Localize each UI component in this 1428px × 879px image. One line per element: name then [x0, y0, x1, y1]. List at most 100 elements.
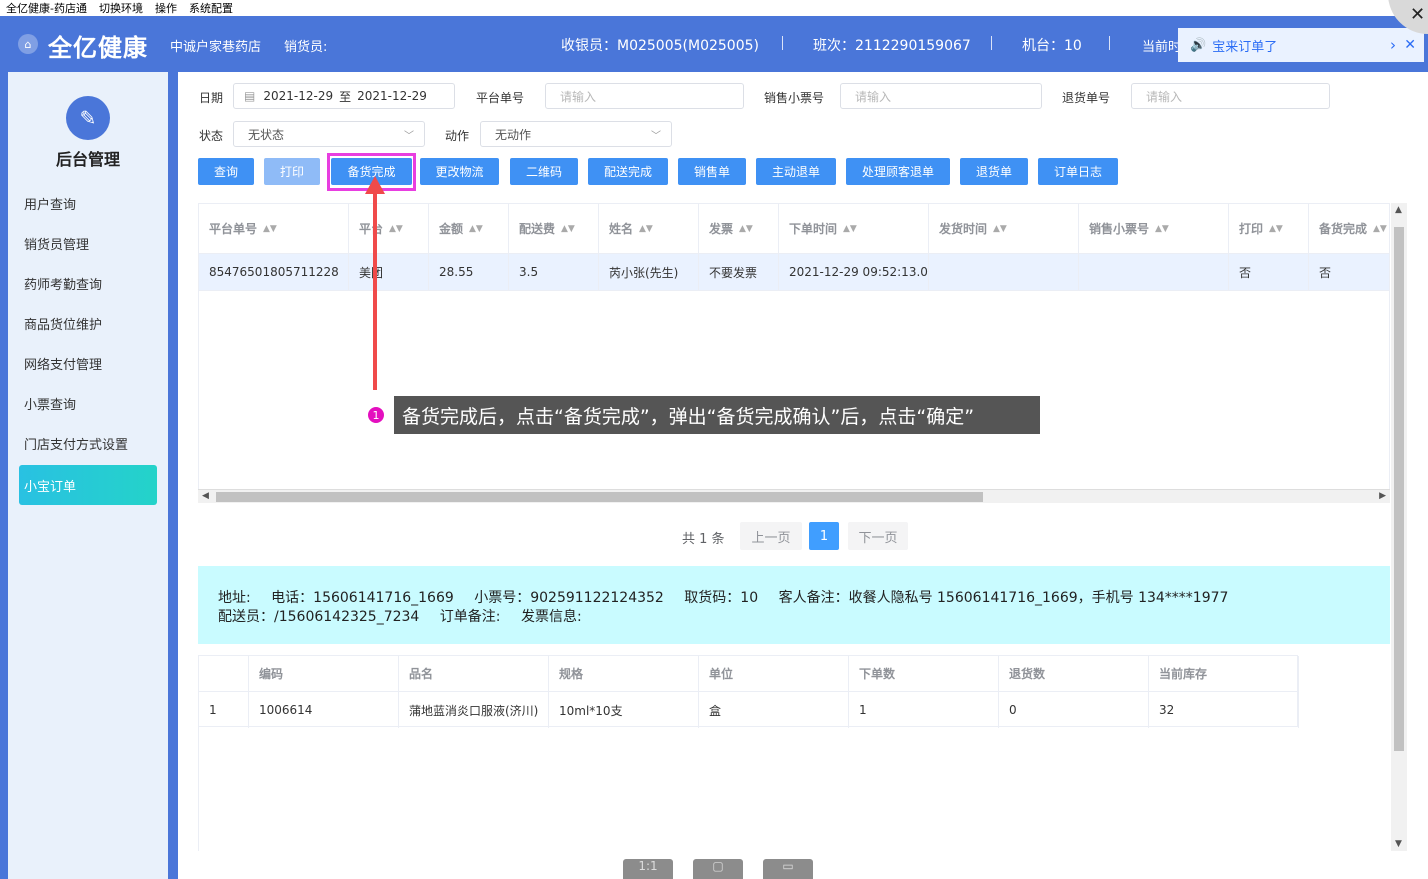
sort-icon[interactable]: ▲▼	[561, 224, 575, 234]
table-cell[interactable]: 美团	[349, 254, 429, 291]
sort-icon[interactable]: ▲▼	[1373, 224, 1387, 234]
menu-system-config[interactable]: 系统配置	[189, 0, 233, 16]
col-sales-ticket[interactable]: 销售小票号 ▲▼	[1079, 204, 1229, 254]
sales-order-button[interactable]: 销售单	[678, 158, 746, 185]
scroll-thumb[interactable]	[216, 492, 983, 502]
sort-icon[interactable]: ▲▼	[843, 224, 857, 234]
scroll-thumb[interactable]	[1394, 227, 1404, 751]
scroll-down-icon[interactable]: ▼	[1395, 839, 1402, 849]
sort-icon[interactable]: ▲▼	[993, 224, 1007, 234]
prev-page-button[interactable]: 上一页	[740, 522, 802, 550]
table-cell: 盒	[699, 692, 849, 728]
menu-switch-env[interactable]: 切换环境	[99, 0, 143, 16]
sidebar-item-seller-manage[interactable]: 销货员管理	[24, 234, 89, 253]
date-from: 2021-12-29	[263, 89, 334, 103]
col-label: 平台单号	[209, 222, 258, 236]
col-unit: 单位	[699, 656, 849, 692]
col-delivery-fee[interactable]: 配送费 ▲▼	[509, 204, 599, 254]
sort-icon[interactable]: ▲▼	[1155, 224, 1169, 234]
speaker-icon: 🔊	[1190, 37, 1207, 53]
sidebar-item-user-query[interactable]: 用户查询	[24, 194, 76, 213]
sales-ticket-label: 销售小票号	[764, 91, 825, 105]
col-platform[interactable]: 平台 ▲▼	[349, 204, 429, 254]
col-ship-time[interactable]: 发货时间 ▲▼	[929, 204, 1079, 254]
query-button[interactable]: 查询	[198, 158, 254, 185]
sort-icon[interactable]: ▲▼	[739, 224, 753, 234]
menu-bar: 全亿健康-药店通 切换环境 操作 系统配置	[0, 0, 1428, 16]
change-logistics-button[interactable]: 更改物流	[420, 158, 499, 185]
scroll-left-icon[interactable]: ◀	[202, 491, 209, 501]
table-cell[interactable]	[1079, 254, 1229, 291]
sidebar-item-xiaobao-orders[interactable]: 小宝订单	[19, 465, 157, 505]
sidebar-item-goods-location[interactable]: 商品货位维护	[24, 314, 102, 333]
table-cell[interactable]: 28.55	[429, 254, 509, 291]
print-button[interactable]: 打印	[264, 158, 320, 185]
col-print[interactable]: 打印 ▲▼	[1229, 204, 1309, 254]
table-cell[interactable]: 芮小张(先生)	[599, 254, 699, 291]
next-page-button[interactable]: 下一页	[848, 522, 908, 550]
sort-icon[interactable]: ▲▼	[639, 224, 653, 234]
table-cell[interactable]	[929, 254, 1079, 291]
col-order-time[interactable]: 下单时间 ▲▼	[779, 204, 929, 254]
col-stock-complete[interactable]: 备货完成 ▲▼	[1309, 204, 1389, 254]
platform-no-label: 平台单号	[476, 91, 525, 105]
seller-label: 销货员:	[284, 40, 328, 55]
scroll-right-icon[interactable]: ▶	[1379, 491, 1386, 501]
sidebar-item-ticket-query[interactable]: 小票查询	[24, 394, 76, 413]
col-invoice[interactable]: 发票 ▲▼	[699, 204, 779, 254]
table-cell[interactable]: 否	[1309, 254, 1389, 291]
return-no-input[interactable]: 请输入	[1131, 83, 1330, 109]
fullscreen-button[interactable]: ▭	[763, 859, 813, 879]
handle-customer-refund-button[interactable]: 处理顾客退单	[846, 158, 950, 185]
table-cell[interactable]: 不要发票	[699, 254, 779, 291]
sidebar-item-store-payment-settings[interactable]: 门店支付方式设置	[24, 434, 128, 453]
vertical-scrollbar[interactable]: ▲ ▼	[1391, 203, 1407, 851]
horizontal-scrollbar[interactable]: ◀ ▶	[198, 489, 1390, 503]
shift-info: 班次：2112290159067	[813, 38, 971, 54]
sidebar-item-online-payment[interactable]: 网络支付管理	[24, 354, 102, 373]
menu-operate[interactable]: 操作	[155, 0, 177, 16]
fit-screen-button[interactable]: ▢	[693, 859, 743, 879]
table-cell[interactable]: 2021-12-29 09:52:13.0	[779, 254, 929, 291]
status-value: 无状态	[248, 127, 285, 142]
sort-icon[interactable]: ▲▼	[389, 224, 403, 234]
platform-no-input[interactable]: 请输入	[545, 83, 744, 109]
table-cell[interactable]: 否	[1229, 254, 1309, 291]
order-notification[interactable]: 🔊 宝来订单了 › ✕	[1178, 28, 1424, 62]
return-order-button[interactable]: 退货单	[960, 158, 1028, 185]
close-icon: ✕	[1410, 4, 1426, 25]
qrcode-button[interactable]: 二维码	[510, 158, 578, 185]
admin-logo-icon: ✎	[66, 96, 110, 140]
zoom-reset-button[interactable]: 1:1	[623, 859, 673, 879]
home-icon[interactable]: ⌂	[18, 34, 38, 54]
table-cell: 32	[1149, 692, 1299, 728]
sidebar-title: 后台管理	[55, 150, 120, 169]
col-platform-no[interactable]: 平台单号 ▲▼	[199, 204, 349, 254]
close-icon[interactable]: ✕	[1404, 37, 1416, 53]
table-cell[interactable]: 85476501805711228	[199, 254, 349, 291]
action-select[interactable]: 无动作 ﹀	[480, 121, 672, 147]
sales-ticket-input[interactable]: 请输入	[840, 83, 1042, 109]
table-cell[interactable]: 3.5	[509, 254, 599, 291]
divider	[198, 727, 199, 851]
menu-app-title[interactable]: 全亿健康-药店通	[6, 0, 87, 16]
brand-logo: 全亿健康	[48, 34, 148, 62]
address-text: 地址:	[218, 590, 251, 606]
scroll-up-icon[interactable]: ▲	[1395, 205, 1402, 215]
table-cell: 10ml*10支	[549, 692, 699, 728]
delivery-complete-button[interactable]: 配送完成	[588, 158, 668, 185]
chevron-right-icon[interactable]: ›	[1390, 36, 1396, 54]
date-range-picker[interactable]: ▤ 2021-12-29 至 2021-12-29	[233, 83, 455, 109]
page-number[interactable]: 1	[809, 522, 839, 550]
col-amount[interactable]: 金额 ▲▼	[429, 204, 509, 254]
sort-icon[interactable]: ▲▼	[469, 224, 483, 234]
status-select[interactable]: 无状态 ﹀	[233, 121, 425, 147]
active-refund-button[interactable]: 主动退单	[756, 158, 836, 185]
sort-icon[interactable]: ▲▼	[263, 224, 277, 234]
calendar-icon: ▤	[244, 89, 256, 103]
sort-icon[interactable]: ▲▼	[1269, 224, 1283, 234]
table-cell: 1	[849, 692, 999, 728]
col-name[interactable]: 姓名 ▲▼	[599, 204, 699, 254]
order-log-button[interactable]: 订单日志	[1038, 158, 1118, 185]
sidebar-item-pharmacist-attendance[interactable]: 药师考勤查询	[24, 274, 102, 293]
